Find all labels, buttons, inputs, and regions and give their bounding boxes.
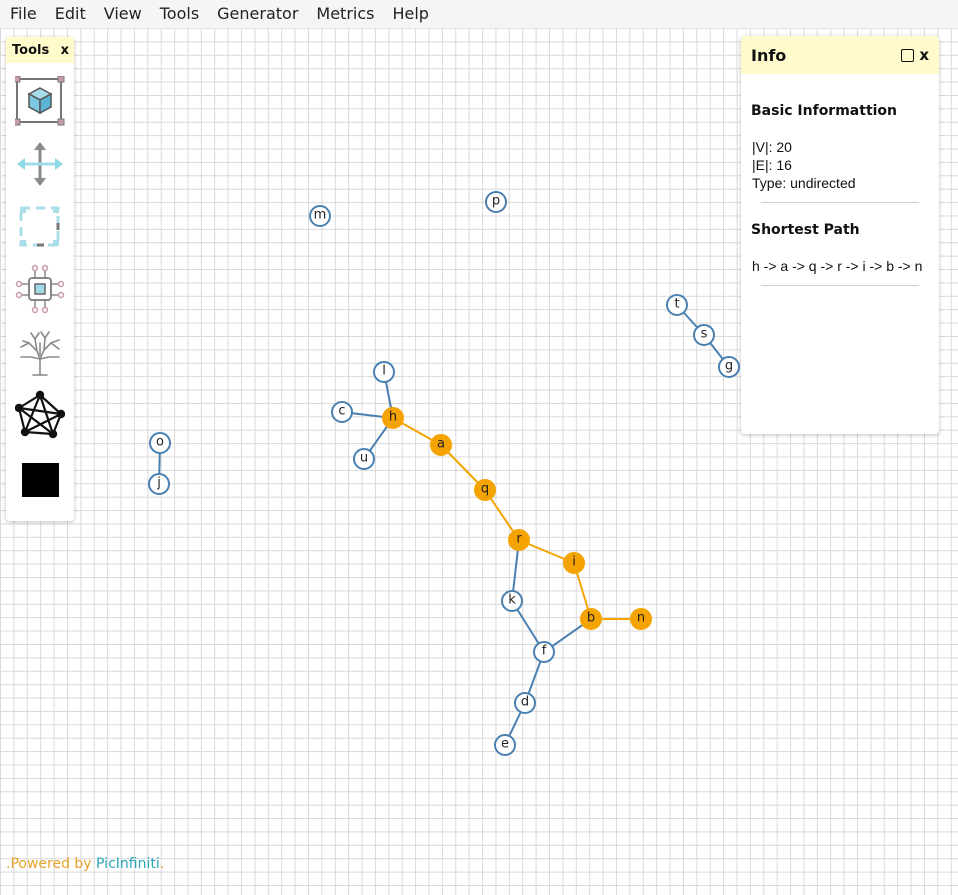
vertex-label: r [516,532,522,547]
vertex-i[interactable]: i [563,552,585,574]
vertex-label: b [587,611,595,626]
select-tool-button[interactable] [15,201,65,253]
vertex-label: u [360,451,368,466]
vertex-u[interactable]: u [353,448,375,470]
component-tool-icon [15,264,65,314]
component-tool-button[interactable] [15,264,65,316]
vertex-r[interactable]: r [508,529,530,551]
divider [761,285,919,286]
powered-by-text: .Powered by [6,856,97,872]
vertex-e[interactable]: e [494,734,516,756]
divider [761,202,919,203]
vertex-label: i [572,555,576,570]
vertex-label: d [521,695,529,710]
vertex-b[interactable]: b [580,608,602,630]
powered-by-brand[interactable]: PicInfiniti [96,856,160,872]
vertex-count: |V|: 20 [752,139,792,155]
tools-panel-header: Tools x [6,37,74,63]
vertex-label: t [674,297,679,312]
vertex-label: q [481,482,489,497]
basic-info-heading: Basic Informattion [751,103,898,119]
graph-type: Type: undirected [752,175,856,191]
vertex-label: n [637,611,645,626]
tools-panel-close-button[interactable]: x [61,43,69,58]
menu-view[interactable]: View [95,0,151,28]
vertex-label: o [156,435,164,450]
vertex-c[interactable]: c [331,401,353,423]
powered-by-footer: .Powered by PicInfiniti. [6,856,164,872]
nodes-layer: m p t s g l c h u a q o j r i k b n f d e [148,191,740,756]
complete-graph-tool-button[interactable] [15,390,65,442]
menu-help[interactable]: Help [383,0,437,28]
tree-tool-icon [20,331,60,376]
menu-file[interactable]: File [0,0,46,28]
info-panel: Info x Basic Informattion |V|: 20 |E|: 1… [741,36,939,434]
shortest-path-heading: Shortest Path [751,222,860,238]
vertex-s[interactable]: s [693,324,715,346]
vertex-p[interactable]: p [485,191,507,213]
vertex-l[interactable]: l [373,361,395,383]
vertex-d[interactable]: d [514,692,536,714]
vertex-a[interactable]: a [430,434,452,456]
vertex-label: k [508,593,516,608]
vertex-j[interactable]: j [148,473,170,495]
vertex-g[interactable]: g [718,356,740,378]
menu-tools[interactable]: Tools [151,0,208,28]
vertex-label: p [492,194,500,209]
maximize-icon[interactable] [901,48,915,62]
menu-edit[interactable]: Edit [46,0,95,28]
vertex-label: e [501,737,509,752]
vertex-label: g [725,359,733,374]
vertex-label: h [389,410,397,425]
edges-layer [158,304,730,746]
shortest-path-value: h -> a -> q -> r -> i -> b -> n [752,258,923,274]
vertex-k[interactable]: k [501,590,523,612]
vertex-h[interactable]: h [382,407,404,429]
vertex-o[interactable]: o [149,432,171,454]
tools-panel: Tools x [6,37,74,521]
move-tool-button[interactable] [15,138,65,190]
vertex-label: j [156,476,161,491]
vertex-t[interactable]: t [666,294,688,316]
vertex-label: a [437,437,445,452]
select-tool-icon [19,206,60,247]
complete-graph-tool-icon [15,390,65,439]
info-panel-header: Info x [741,36,939,74]
tools-panel-title: Tools [12,42,50,58]
color-swatch-icon [22,463,59,497]
info-panel-title: Info [751,45,787,65]
vertex-label: c [338,404,345,419]
powered-by-suffix: . [159,856,165,872]
vertex-label: m [314,208,327,223]
vertex-f[interactable]: f [533,641,555,663]
info-panel-close-button[interactable]: x [919,47,929,63]
vertex-label: l [382,364,386,379]
color-swatch-button[interactable] [15,454,65,506]
vertex-label: s [701,327,708,342]
tree-tool-button[interactable] [15,327,65,379]
vertex-n[interactable]: n [630,608,652,630]
vertex-tool-icon [15,76,65,126]
vertex-m[interactable]: m [309,205,331,227]
app-window: File Edit View Tools Generator Metrics H… [0,0,958,895]
vertex-tool-button[interactable] [15,76,65,128]
edge-count: |E|: 16 [752,157,792,173]
vertex-q[interactable]: q [474,479,496,501]
menu-bar: File Edit View Tools Generator Metrics H… [0,0,958,29]
info-panel-controls: x [901,47,929,63]
move-tool-icon [17,142,63,186]
vertex-label: f [542,644,547,659]
menu-metrics[interactable]: Metrics [307,0,383,28]
menu-generator[interactable]: Generator [208,0,307,28]
